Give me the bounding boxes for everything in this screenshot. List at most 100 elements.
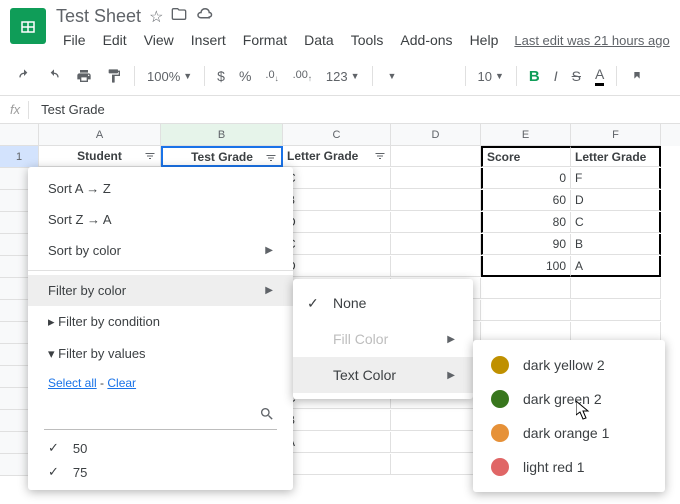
cell-A1[interactable]: Student [39,146,161,167]
menu-format[interactable]: Format [236,29,294,51]
cell[interactable]: B [571,234,661,255]
color-option[interactable]: dark orange 1 [473,416,665,450]
cell[interactable]: F [571,168,661,189]
filter-condition-item[interactable]: ▸ Filter by condition [28,306,293,338]
paint-format-icon[interactable] [100,63,128,89]
cell-C1[interactable]: Letter Grade [283,146,391,167]
print-icon[interactable] [70,63,98,89]
cell[interactable] [391,190,481,211]
sort-color-item[interactable]: Sort by color▶ [28,235,293,266]
menu-edit[interactable]: Edit [96,29,134,51]
cell[interactable] [391,432,481,453]
fill-color-item[interactable]: Fill Color▶ [293,321,473,357]
fill-color-button[interactable] [623,63,651,89]
col-header-C[interactable]: C [283,124,391,146]
col-header-B[interactable]: B [161,124,283,146]
cell[interactable]: 60 [481,190,571,211]
star-icon[interactable]: ☆ [149,7,163,27]
cell[interactable]: C [571,212,661,233]
color-swatch [491,458,509,476]
zoom-dropdown[interactable]: 100% ▼ [141,65,198,88]
corner-cell[interactable] [0,124,39,146]
cell[interactable]: 100 [481,256,571,277]
sort-za-item[interactable]: Sort Z → A [28,204,293,235]
undo-icon[interactable] [10,63,38,89]
filter-icon[interactable] [372,148,388,164]
cell[interactable]: C [283,234,391,255]
cell[interactable]: 90 [481,234,571,255]
dec-inc-button[interactable]: .00↑ [287,64,318,88]
cell[interactable]: A [283,432,391,453]
cloud-icon[interactable] [195,7,213,26]
currency-button[interactable]: $ [211,63,231,89]
font-size-dropdown[interactable]: 10 ▼ [472,65,510,88]
filter-value-50[interactable]: ✓50 [28,436,293,460]
color-option[interactable]: dark yellow 2 [473,348,665,382]
row-header-1[interactable]: 1 [0,146,39,168]
cell[interactable]: D [283,212,391,233]
cell[interactable] [283,454,391,475]
col-header-D[interactable]: D [391,124,481,146]
cell[interactable] [391,168,481,189]
cell[interactable] [481,300,571,321]
col-header-A[interactable]: A [39,124,161,146]
percent-button[interactable]: % [233,63,257,89]
cell[interactable]: A [571,256,661,277]
cell-B1[interactable]: Test Grade [161,146,283,167]
italic-button[interactable]: I [548,63,564,89]
cell[interactable]: B [283,410,391,431]
doc-title[interactable]: Test Sheet [56,6,141,27]
cell[interactable] [571,278,661,299]
menu-insert[interactable]: Insert [184,29,233,51]
cell[interactable]: D [571,190,661,211]
filter-value-75[interactable]: ✓75 [28,460,293,484]
cell[interactable] [481,278,571,299]
cell[interactable] [391,234,481,255]
sheets-logo[interactable] [10,8,46,44]
filter-values-item[interactable]: ▾ Filter by values [28,338,293,370]
text-color-item[interactable]: Text Color▶ [293,357,473,393]
move-icon[interactable] [171,6,187,27]
last-edit-link[interactable]: Last edit was 21 hours ago [514,33,669,48]
cell[interactable] [571,300,661,321]
cell[interactable]: C [283,168,391,189]
clear-link[interactable]: Clear [107,376,136,390]
cell[interactable] [391,410,481,431]
formula-input[interactable]: Test Grade [35,99,111,120]
menu-tools[interactable]: Tools [344,29,391,51]
menu-view[interactable]: View [137,29,181,51]
cell[interactable] [391,212,481,233]
cell[interactable]: B [283,190,391,211]
menu-help[interactable]: Help [463,29,506,51]
filter-icon[interactable] [263,150,279,166]
cell-F1[interactable]: Letter Grade [571,146,661,167]
cell-E1[interactable]: Score [481,146,571,167]
cell[interactable] [391,454,481,475]
filter-search-input[interactable] [46,408,259,423]
more-formats-dropdown[interactable]: 123▼ [320,65,366,88]
menu-addons[interactable]: Add-ons [393,29,459,51]
sort-az-item[interactable]: Sort A → Z [28,173,293,204]
filter-icon[interactable] [142,148,158,164]
cell[interactable]: 80 [481,212,571,233]
cell[interactable]: D [283,256,391,277]
select-all-link[interactable]: Select all [48,376,97,390]
color-option[interactable]: dark green 2 [473,382,665,416]
filter-none-item[interactable]: ✓None [293,285,473,321]
filter-search-box[interactable] [44,402,277,430]
cell-D1[interactable] [391,146,481,167]
font-dropdown[interactable]: ▼ [379,67,459,85]
strike-button[interactable]: S [566,63,587,89]
dec-dec-button[interactable]: .0↓ [259,64,284,88]
redo-icon[interactable] [40,63,68,89]
text-color-button[interactable]: A [589,61,610,91]
cell[interactable] [391,256,481,277]
cell[interactable]: 0 [481,168,571,189]
filter-color-item[interactable]: Filter by color▶ [28,275,293,306]
menu-file[interactable]: File [56,29,93,51]
col-header-E[interactable]: E [481,124,571,146]
color-option[interactable]: light red 1 [473,450,665,484]
menu-data[interactable]: Data [297,29,341,51]
col-header-F[interactable]: F [571,124,661,146]
bold-button[interactable]: B [523,63,546,90]
